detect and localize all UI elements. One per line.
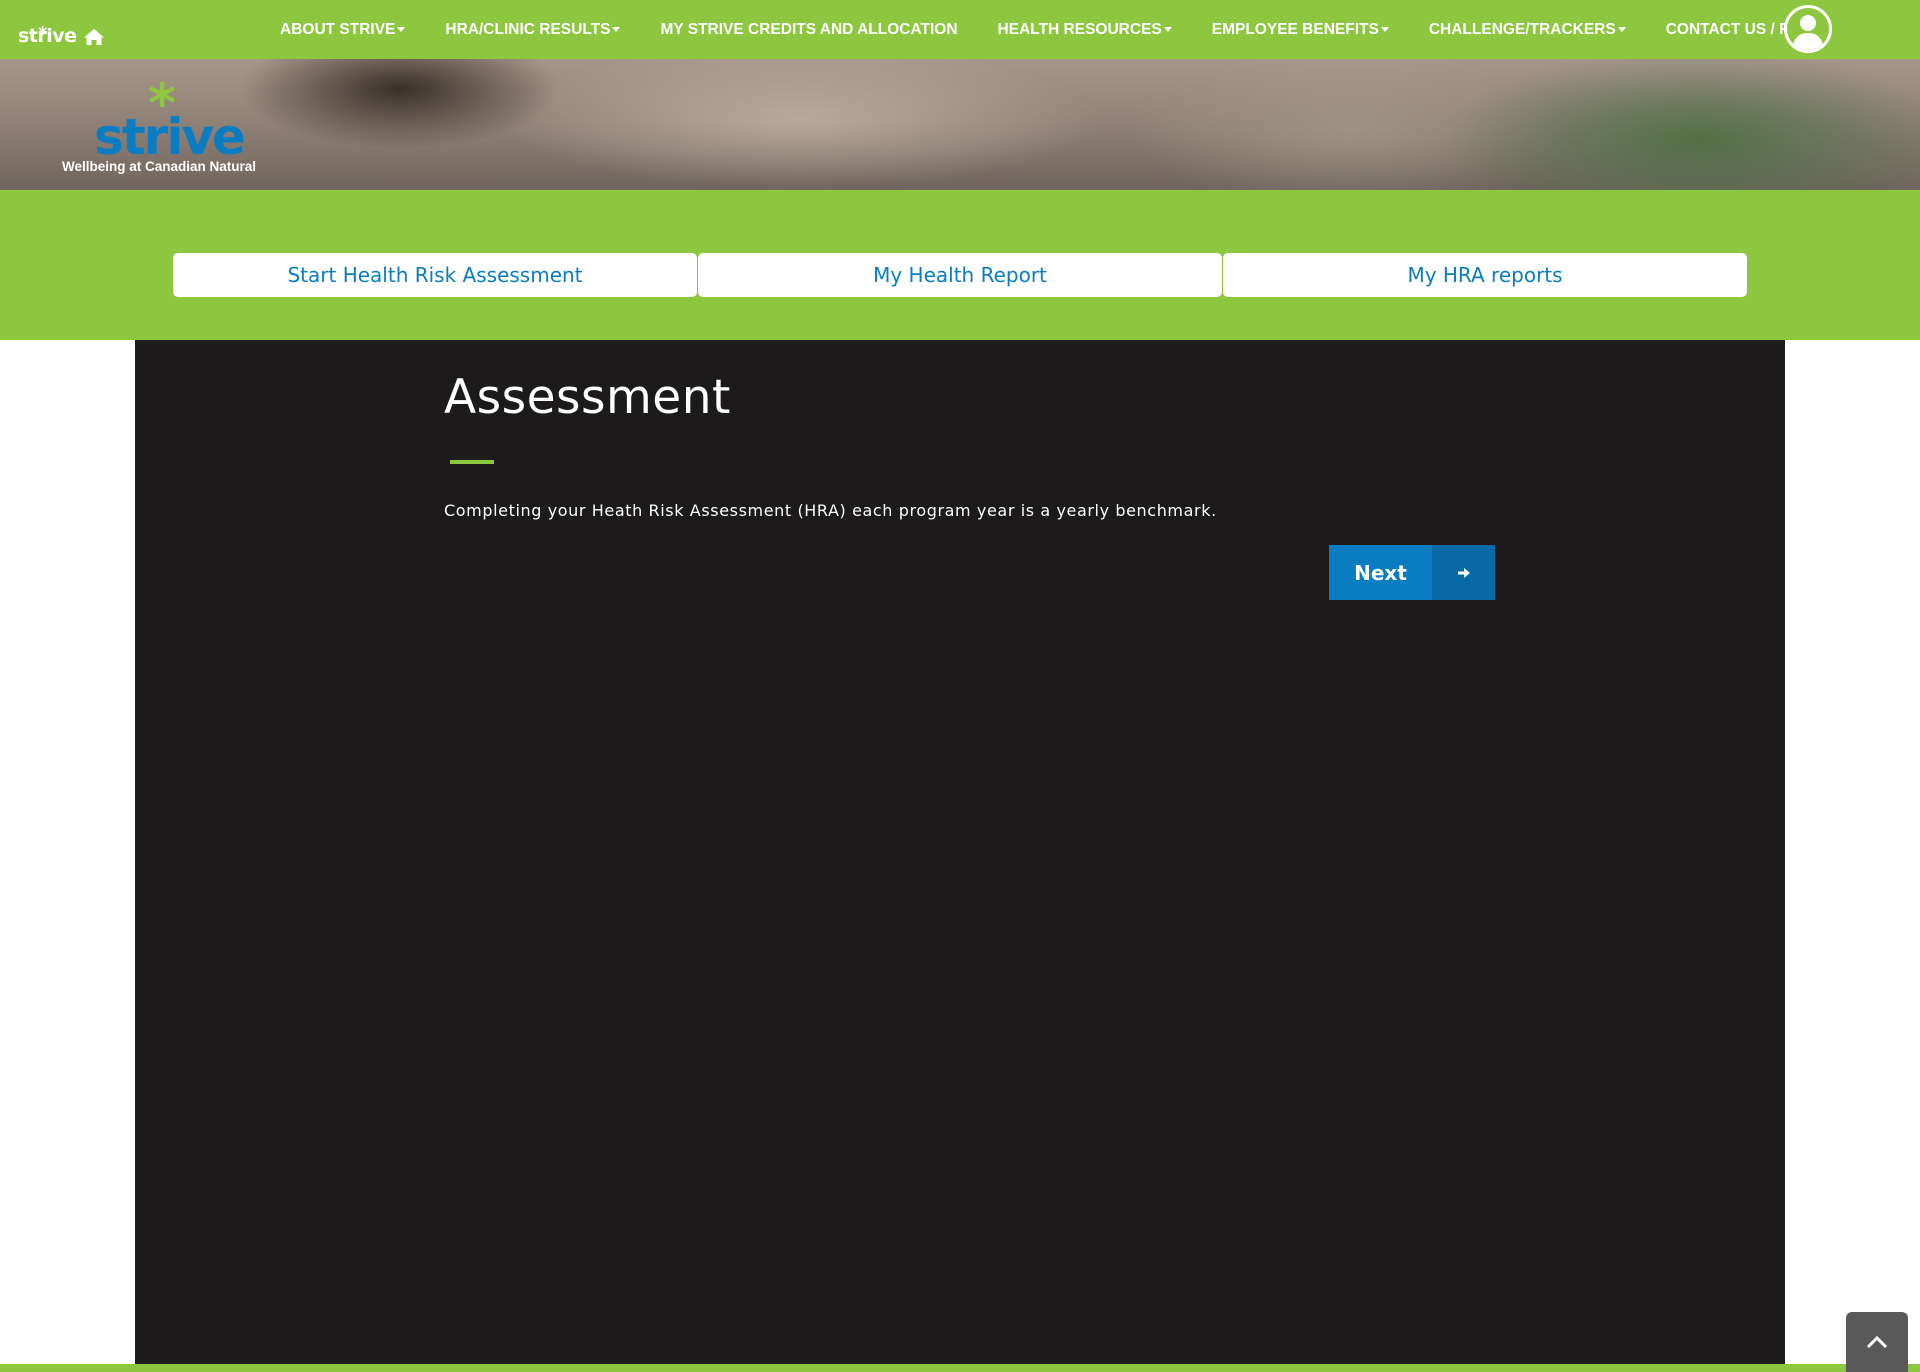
intro-text: Completing your Heath Risk Assessment (H… (444, 501, 1217, 520)
nav-item-label: HRA/CLINIC RESULTS (445, 20, 611, 38)
tab-start-health-risk-assessment[interactable]: Start Health Risk Assessment (173, 253, 697, 297)
tab-my-health-report[interactable]: My Health Report (698, 253, 1222, 297)
arrow-right-icon (1432, 545, 1495, 600)
caret-down-icon (1380, 27, 1389, 32)
nav-item-about-strive[interactable]: ABOUT STRIVE (260, 0, 425, 59)
caret-down-icon (1617, 27, 1626, 32)
nav-item-label: ABOUT STRIVE (280, 20, 396, 38)
next-button[interactable]: Next (1329, 545, 1495, 600)
strive-logo: * strive Wellbeing at Canadian Natural (62, 77, 272, 179)
logo-wordmark: strive (94, 108, 246, 166)
assessment-panel: Assessment Completing your Heath Risk As… (135, 340, 1785, 1364)
nav-item-strive-credits[interactable]: MY STRIVE CREDITS AND ALLOCATION (640, 0, 977, 59)
scroll-to-top-button[interactable] (1846, 1312, 1908, 1372)
hra-tab-band: Start Health Risk Assessment My Health R… (0, 190, 1920, 340)
caret-down-icon (1163, 27, 1172, 32)
chevron-up-icon (1866, 1335, 1888, 1349)
nav-item-label: CHALLENGE/TRACKERS (1428, 20, 1616, 38)
page-title: Assessment (444, 370, 731, 425)
caret-down-icon (612, 27, 621, 32)
title-divider (450, 460, 494, 464)
nav-logo-text: strive (18, 25, 77, 47)
main-menu: ABOUT STRIVE HRA/CLINIC RESULTS MY STRIV… (260, 0, 1831, 59)
nav-logo: * strive (18, 23, 77, 47)
user-silhouette-icon (1792, 15, 1824, 50)
caret-down-icon (397, 27, 406, 32)
hero-banner: * strive Wellbeing at Canadian Natural (0, 59, 1920, 190)
nav-item-label: EMPLOYEE BENEFITS (1211, 20, 1379, 38)
top-navbar: * strive ABOUT STRIVE HRA/CLINIC RESULTS… (0, 0, 1920, 59)
nav-logo-star: * (38, 23, 47, 44)
home-icon[interactable] (83, 28, 105, 46)
footer-strip (0, 1364, 1920, 1372)
nav-item-label: MY STRIVE CREDITS AND ALLOCATION (660, 20, 958, 38)
user-avatar-icon[interactable] (1784, 5, 1832, 53)
nav-item-hra-clinic-results[interactable]: HRA/CLINIC RESULTS (425, 0, 640, 59)
tab-my-hra-reports[interactable]: My HRA reports (1223, 253, 1747, 297)
nav-item-challenge-trackers[interactable]: CHALLENGE/TRACKERS (1409, 0, 1646, 59)
logo-tagline: Wellbeing at Canadian Natural (62, 159, 257, 174)
nav-item-health-resources[interactable]: HEALTH RESOURCES (978, 0, 1192, 59)
home-link[interactable]: * strive (18, 12, 105, 46)
nav-item-label: HEALTH RESOURCES (997, 20, 1162, 38)
next-button-label: Next (1354, 560, 1407, 585)
nav-item-employee-benefits[interactable]: EMPLOYEE BENEFITS (1192, 0, 1409, 59)
